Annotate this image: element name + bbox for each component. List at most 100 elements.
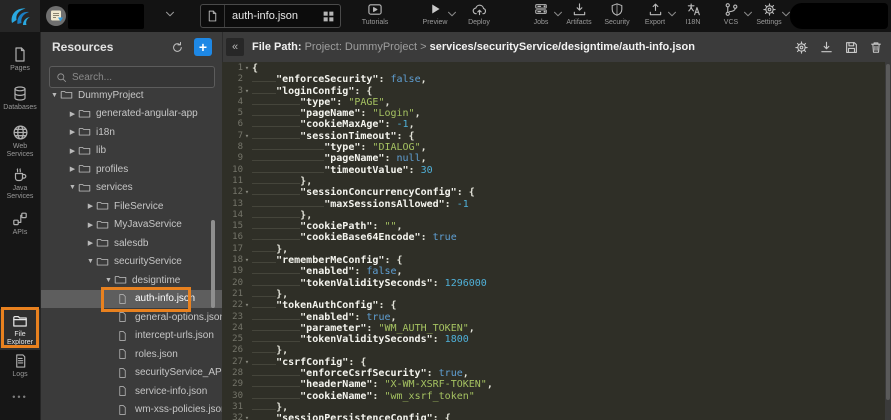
code-line[interactable]: "pageName": null,	[252, 153, 885, 164]
code-line[interactable]: "enforceSecurity": false,	[252, 74, 885, 85]
refresh-icon[interactable]	[171, 41, 184, 54]
code-line[interactable]: "enabled": true,	[252, 312, 885, 323]
code-line[interactable]: "type": "PAGE",	[252, 97, 885, 108]
code-line[interactable]: "sessionPersistenceConfig": {	[252, 413, 885, 420]
fold-arrow-icon[interactable]: ▾	[243, 300, 251, 311]
code-line[interactable]: "enabled": false,	[252, 266, 885, 277]
settings-gear-icon[interactable]	[794, 40, 809, 55]
code-line[interactable]: "sessionTimeout": {	[252, 131, 885, 142]
code-line[interactable]: "headerName": "X-WM-XSRF-TOKEN",	[252, 379, 885, 390]
code-content[interactable]: {"enforceSecurity": false,"loginConfig":…	[252, 63, 885, 420]
toolbar-tutorials-button[interactable]: Tutorials	[358, 2, 392, 26]
tree-folder-profiles[interactable]: ▶profiles	[41, 160, 223, 179]
tree-expand-arrow-icon[interactable]: ▶	[67, 147, 78, 155]
tree-folder-salesdb[interactable]: ▶salesdb	[41, 234, 223, 253]
sidebar-item-logs[interactable]: Logs	[0, 353, 40, 379]
code-line[interactable]: },	[252, 210, 885, 221]
delete-icon[interactable]	[869, 40, 883, 55]
chevron-down-icon[interactable]	[445, 7, 459, 21]
tree-file-wm-xss-policies-json[interactable]: wm-xss-policies.json	[41, 401, 223, 420]
code-line[interactable]: },	[252, 244, 885, 255]
tree-folder-i18n[interactable]: ▶i18n	[41, 123, 223, 142]
code-line[interactable]: "pageName": "Login",	[252, 108, 885, 119]
fold-arrow-icon[interactable]: ▾	[243, 413, 251, 420]
download-icon[interactable]	[819, 40, 834, 55]
tree-expand-arrow-icon[interactable]: ▶	[85, 221, 96, 229]
fold-arrow-icon[interactable]: ▾	[243, 86, 251, 97]
tree-file-auth-info-json[interactable]: auth-info.json	[41, 290, 223, 309]
fold-arrow-icon[interactable]: ▾	[243, 131, 251, 142]
code-line[interactable]: "tokenValiditySeconds": 1296000	[252, 278, 885, 289]
code-line[interactable]: "type": "DIALOG",	[252, 142, 885, 153]
code-line[interactable]: "cookieMaxAge": -1,	[252, 119, 885, 130]
tree-folder-dummyproject[interactable]: ▼DummyProject	[41, 86, 223, 105]
fold-arrow-icon[interactable]: ▾	[243, 187, 251, 198]
tree-file-intercept-urls-json[interactable]: intercept-urls.json	[41, 327, 223, 346]
code-line[interactable]: "sessionConcurrencyConfig": {	[252, 187, 885, 198]
code-line[interactable]: },	[252, 345, 885, 356]
code-line[interactable]: "rememberMeConfig": {	[252, 255, 885, 266]
project-note-icon[interactable]	[44, 4, 68, 28]
app-logo[interactable]	[0, 0, 40, 32]
tree-file-general-options-json[interactable]: general-options.json	[41, 308, 223, 327]
tree-expand-arrow-icon[interactable]: ▶	[85, 202, 96, 210]
tree-folder-securityservice[interactable]: ▼securityService	[41, 253, 223, 272]
sidebar-item-java-services[interactable]: Java Services	[0, 167, 40, 201]
code-line[interactable]: "cookieName": "wm_xsrf_token"	[252, 391, 885, 402]
fold-arrow-icon[interactable]: ▾	[243, 63, 251, 74]
code-line[interactable]: },	[252, 402, 885, 413]
toolbar-jobs-button[interactable]: Jobs	[524, 2, 558, 26]
tree-folder-fileservice[interactable]: ▶FileService	[41, 197, 223, 216]
tree-file-securityservice-api-json[interactable]: securityService_API.json	[41, 364, 223, 383]
fold-arrow-icon[interactable]: ▾	[243, 357, 251, 368]
collapse-panel-button[interactable]: «	[226, 38, 244, 56]
toolbar-export-button[interactable]: Export	[638, 2, 672, 26]
tree-collapse-arrow-icon[interactable]: ▼	[103, 277, 114, 284]
toolbar-artifacts-button[interactable]: Artifacts	[562, 2, 596, 26]
tree-scrollbar[interactable]	[211, 220, 215, 308]
add-resource-button[interactable]: +	[194, 38, 212, 56]
tree-folder-myjavaservice[interactable]: ▶MyJavaService	[41, 216, 223, 235]
tree-collapse-arrow-icon[interactable]: ▼	[49, 92, 60, 99]
fold-arrow-icon[interactable]: ▾	[243, 255, 251, 266]
chevron-down-icon[interactable]	[163, 7, 183, 25]
search-input[interactable]: Search...	[49, 66, 215, 88]
tree-folder-generated-angular-app[interactable]: ▶generated-angular-app	[41, 105, 223, 124]
sidebar-item-file-explorer[interactable]: File Explorer	[0, 309, 40, 350]
code-line[interactable]: },	[252, 289, 885, 300]
code-line[interactable]: "parameter": "WM_AUTH_TOKEN",	[252, 323, 885, 334]
code-line[interactable]: "enforceCsrfSecurity": true,	[252, 368, 885, 379]
code-line[interactable]: "loginConfig": {	[252, 86, 885, 97]
tree-expand-arrow-icon[interactable]: ▶	[85, 239, 96, 247]
code-editor[interactable]: 1▾23▾4567▾89101112▾131415161718▾19202122…	[222, 62, 891, 420]
tree-folder-designtime[interactable]: ▼designtime	[41, 271, 223, 290]
sidebar-item-apis[interactable]: APIs	[0, 211, 40, 237]
code-line[interactable]: "maxSessionsAllowed": -1	[252, 199, 885, 210]
tree-expand-arrow-icon[interactable]: ▶	[67, 110, 78, 118]
code-line[interactable]: "cookiePath": "",	[252, 221, 885, 232]
tree-expand-arrow-icon[interactable]: ▶	[67, 165, 78, 173]
toolbar-i18n-button[interactable]: I18N	[676, 2, 710, 26]
grid-icon[interactable]	[316, 10, 340, 23]
sidebar-item-pages[interactable]: Pages	[0, 46, 40, 73]
tree-file-service-info-json[interactable]: service-info.json	[41, 382, 223, 401]
open-file-tab[interactable]: auth-info.json	[200, 4, 341, 28]
tree-expand-arrow-icon[interactable]: ▶	[67, 128, 78, 136]
code-line[interactable]: "tokenValiditySeconds": 1800	[252, 334, 885, 345]
tree-file-roles-json[interactable]: roles.json	[41, 345, 223, 364]
toolbar-deploy-button[interactable]: Deploy	[462, 2, 496, 26]
toolbar-security-button[interactable]: Security	[600, 2, 634, 26]
tree-collapse-arrow-icon[interactable]: ▼	[85, 258, 96, 265]
code-line[interactable]: {	[252, 63, 885, 74]
code-line[interactable]: "tokenAuthConfig": {	[252, 300, 885, 311]
sidebar-item-web-services[interactable]: Web Services	[0, 124, 40, 159]
toolbar-vcs-button[interactable]: VCS	[714, 2, 748, 26]
tree-collapse-arrow-icon[interactable]: ▼	[67, 184, 78, 191]
editor-scrollbar-thumb[interactable]	[886, 64, 890, 400]
toolbar-settings-button[interactable]: Settings	[752, 2, 786, 26]
code-line[interactable]: "cookieBase64Encode": true	[252, 232, 885, 243]
more-options-button[interactable]: •••	[0, 392, 40, 402]
code-line[interactable]: "timeoutValue": 30	[252, 165, 885, 176]
tree-folder-services[interactable]: ▼services	[41, 179, 223, 198]
sidebar-item-databases[interactable]: Databases	[0, 85, 40, 112]
